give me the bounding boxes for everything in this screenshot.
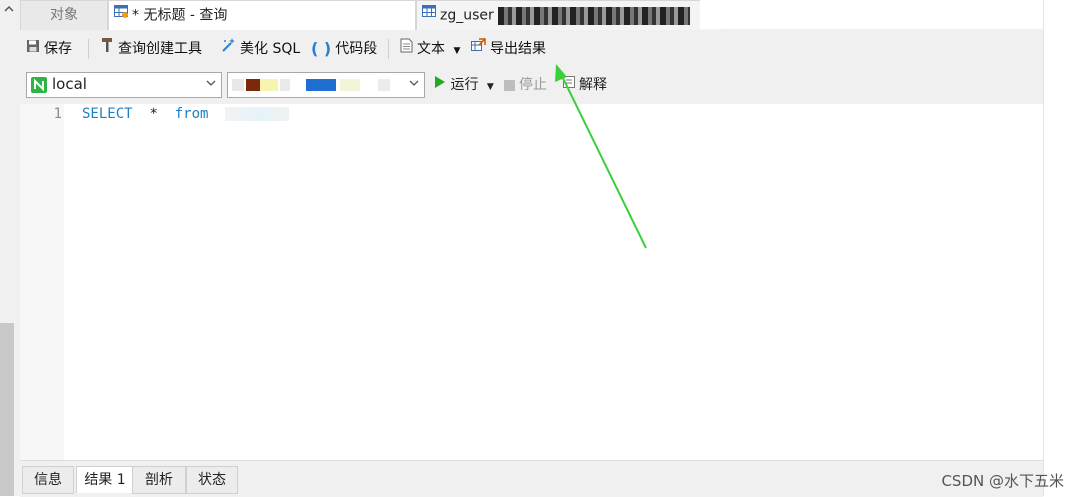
editor-toolbar: 保存 查询创建工具 美化 SQL ( ) 代码段 文本 ▼ 导出结果	[20, 30, 1043, 66]
toolbar-divider	[388, 39, 389, 59]
caret-down-icon[interactable]: ▼	[487, 82, 494, 92]
tab-query[interactable]: * 无标题 - 查询	[108, 0, 416, 30]
sql-editor[interactable]	[20, 104, 1043, 460]
right-scrollbar-track[interactable]	[1043, 0, 1078, 496]
toolbar-divider	[88, 39, 89, 59]
sql-keyword-from: from	[174, 106, 209, 122]
chevron-up-icon[interactable]	[3, 3, 15, 18]
explain-icon	[562, 66, 576, 104]
tab-info[interactable]: 信息	[22, 466, 74, 494]
beautify-sql-label: 美化 SQL	[240, 41, 301, 57]
play-icon	[434, 66, 446, 104]
chevron-down-icon	[408, 77, 420, 93]
tab-table-label: zg_user	[440, 7, 494, 24]
editor-gutter	[20, 104, 64, 460]
parentheses-icon: ( )	[311, 39, 332, 58]
stop-button[interactable]: 停止	[504, 66, 547, 104]
magic-wand-icon	[220, 30, 236, 68]
export-results-label: 导出结果	[490, 41, 546, 57]
tab-query-label: * 无标题 - 查询	[132, 7, 228, 24]
tab-result-1[interactable]: 结果 1	[76, 466, 134, 493]
redacted-database-name	[280, 79, 290, 91]
hammer-icon	[100, 30, 114, 68]
database-icon	[232, 79, 244, 91]
table-grid-icon	[421, 1, 437, 30]
redacted-database-name	[340, 79, 360, 91]
chevron-down-icon	[205, 77, 217, 93]
explain-label: 解释	[579, 77, 607, 93]
navicat-connection-icon	[31, 77, 47, 97]
floppy-disk-icon	[26, 30, 40, 68]
export-icon	[470, 30, 486, 68]
tab-status[interactable]: 状态	[186, 466, 238, 494]
code-line[interactable]: SELECT * from	[82, 106, 290, 122]
redacted-tab-text	[498, 6, 691, 25]
explain-button[interactable]: 解释	[562, 66, 607, 104]
connection-bar: local 运行 ▼ 停止 解释	[20, 66, 1043, 104]
save-label: 保存	[44, 41, 72, 57]
document-icon	[400, 30, 413, 68]
tab-table[interactable]: zg_user	[416, 0, 722, 30]
run-label: 运行	[450, 77, 479, 93]
redacted-database-name	[260, 79, 278, 91]
query-builder-label: 查询创建工具	[118, 41, 202, 57]
connection-select[interactable]: local	[26, 72, 222, 98]
save-button[interactable]: 保存	[26, 30, 72, 66]
code-snippet-label: 代码段	[335, 41, 378, 57]
beautify-sql-button[interactable]: 美化 SQL	[220, 30, 300, 66]
redacted-database-name	[246, 79, 260, 91]
watermark: CSDN @水下五米	[941, 472, 1064, 490]
database-select[interactable]	[227, 72, 425, 98]
result-tab-bar: 信息 结果 1 剖析 状态	[20, 460, 1043, 497]
code-snippet-button[interactable]: ( ) 代码段	[311, 30, 377, 66]
export-results-button[interactable]: 导出结果	[470, 30, 546, 66]
stop-square-icon	[504, 79, 515, 91]
caret-down-icon[interactable]: ▼	[453, 46, 460, 56]
stop-label: 停止	[519, 77, 547, 93]
query-builder-button[interactable]: 查询创建工具	[100, 30, 202, 66]
sql-star: *	[149, 106, 158, 122]
redacted-database-name	[306, 79, 336, 91]
tab-profile[interactable]: 剖析	[132, 466, 186, 494]
connection-select-value: local	[52, 75, 87, 93]
tab-objects[interactable]: 对象	[20, 0, 108, 30]
query-table-icon	[113, 1, 129, 30]
line-number: 1	[53, 106, 62, 122]
text-mode-label: 文本	[417, 41, 445, 57]
sql-keyword-select: SELECT	[82, 106, 133, 122]
redacted-table-name	[225, 107, 290, 121]
run-button[interactable]: 运行 ▼	[434, 66, 494, 104]
tab-bar-empty-area	[700, 0, 1043, 29]
text-mode-button[interactable]: 文本 ▼	[400, 30, 460, 66]
left-scrollbar-thumb[interactable]	[0, 323, 14, 496]
tab-objects-label: 对象	[50, 7, 78, 23]
redacted-database-name	[378, 79, 390, 91]
